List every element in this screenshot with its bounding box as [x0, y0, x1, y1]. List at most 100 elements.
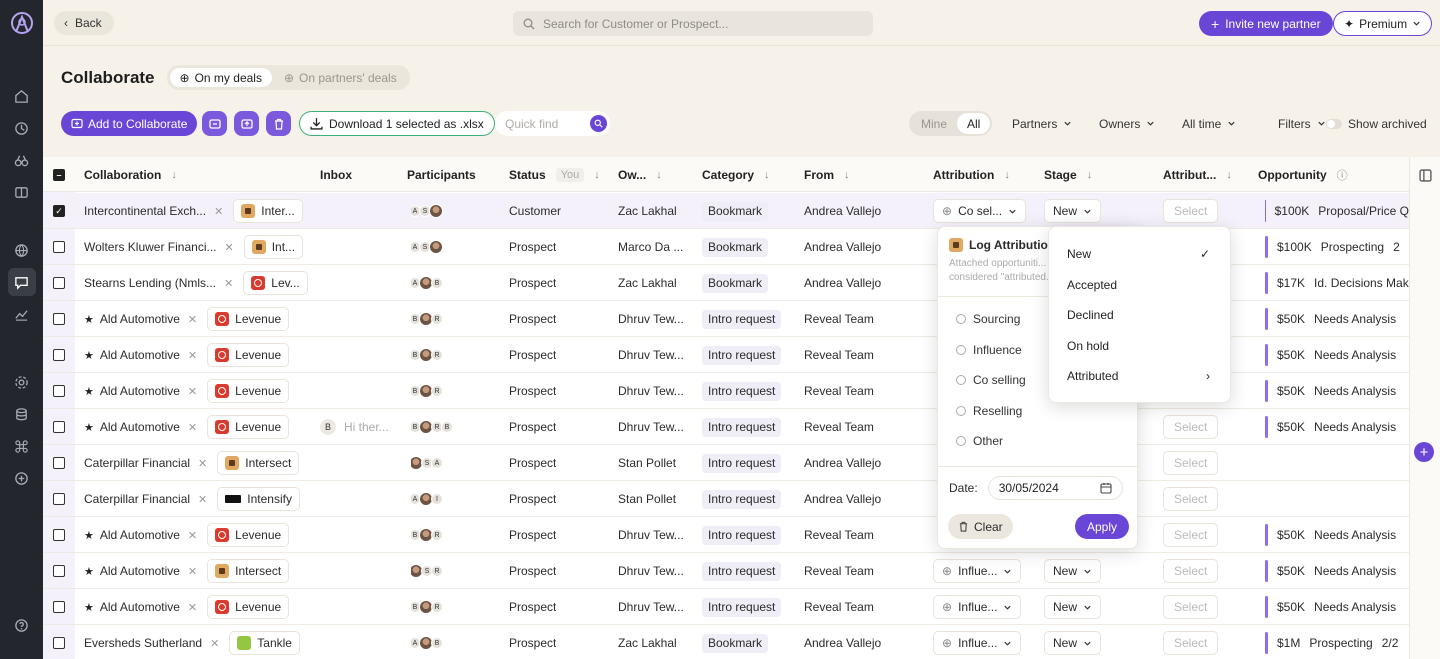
- book-icon[interactable]: [8, 178, 36, 206]
- partner-chip[interactable]: Tankle: [229, 631, 300, 655]
- stage-dropdown[interactable]: New: [1044, 631, 1102, 655]
- remove-icon[interactable]: ✕: [210, 637, 219, 650]
- show-archived-toggle[interactable]: Show archived: [1326, 111, 1427, 136]
- partner-chip[interactable]: Intensify: [217, 487, 300, 511]
- partner-chip[interactable]: Levenue: [207, 523, 290, 547]
- stage-option-on-hold[interactable]: On hold: [1049, 331, 1230, 362]
- collaboration-cell[interactable]: ★ Ald Automotive ✕ Levenue: [84, 589, 316, 625]
- all-option[interactable]: All: [957, 113, 991, 134]
- binoculars-icon[interactable]: [8, 146, 36, 174]
- remove-icon[interactable]: ✕: [188, 313, 197, 326]
- col-attributed[interactable]: Attribut... ↓: [1163, 157, 1232, 192]
- attributed-select[interactable]: Select: [1163, 595, 1219, 619]
- row-checkbox[interactable]: [53, 637, 65, 649]
- remove-icon[interactable]: ✕: [224, 277, 233, 290]
- stage-option-declined[interactable]: Declined: [1049, 300, 1230, 331]
- row-checkbox[interactable]: [53, 421, 65, 433]
- filters-dropdown[interactable]: Filters: [1278, 111, 1326, 136]
- stage-option-new[interactable]: New ✓: [1049, 239, 1230, 270]
- row-checkbox[interactable]: [53, 457, 65, 469]
- table-row[interactable]: Caterpillar Financial ✕ Intersect S A Prospec…: [43, 445, 1409, 481]
- collaboration-cell[interactable]: ★ Ald Automotive ✕ Levenue: [84, 301, 316, 337]
- attributed-select[interactable]: Select: [1163, 415, 1219, 439]
- col-owner[interactable]: Ow... ↓: [618, 157, 662, 192]
- clock-icon[interactable]: [8, 114, 36, 142]
- col-status[interactable]: Status You ↓: [509, 157, 600, 192]
- star-icon[interactable]: ★: [84, 529, 94, 542]
- search-input[interactable]: [543, 16, 843, 31]
- attribution-dropdown[interactable]: ⊕ Influe...: [933, 595, 1022, 619]
- partners-filter[interactable]: Partners: [1012, 111, 1072, 136]
- opportunity-cell[interactable]: $50K Needs Analysis: [1265, 337, 1409, 373]
- search-bar[interactable]: [513, 11, 873, 36]
- settings-icon[interactable]: [8, 368, 36, 396]
- remove-icon[interactable]: ✕: [188, 349, 197, 362]
- row-checkbox[interactable]: [53, 529, 65, 541]
- owners-filter[interactable]: Owners: [1099, 111, 1155, 136]
- opportunity-cell[interactable]: $50K Needs Analysis: [1265, 409, 1409, 445]
- remove-icon[interactable]: ✕: [214, 205, 223, 218]
- remove-icon[interactable]: ✕: [188, 529, 197, 542]
- collaboration-cell[interactable]: Eversheds Sutherland ✕ Tankle: [84, 625, 316, 659]
- table-row[interactable]: ★ Ald Automotive ✕ Levenue B R Prospect Dhruv T…: [43, 589, 1409, 625]
- collaboration-cell[interactable]: ★ Ald Automotive ✕ Levenue: [84, 373, 316, 409]
- analytics-icon[interactable]: [8, 300, 36, 328]
- attributed-select[interactable]: Select: [1163, 451, 1219, 475]
- collaboration-cell[interactable]: ★ Ald Automotive ✕ Levenue: [84, 337, 316, 373]
- col-attribution[interactable]: Attribution ↓: [933, 157, 1010, 192]
- table-row[interactable]: Eversheds Sutherland ✕ Tankle A B Prospect Zac…: [43, 625, 1409, 659]
- col-category[interactable]: Category ↓: [702, 157, 770, 192]
- collaboration-cell[interactable]: ★ Ald Automotive ✕ Levenue: [84, 409, 316, 445]
- opportunity-cell[interactable]: $50K Needs Analysis: [1265, 373, 1409, 409]
- select-all-checkbox[interactable]: –: [53, 157, 65, 192]
- table-row[interactable]: Caterpillar Financial ✕ Intensify A I Prospec…: [43, 481, 1409, 517]
- date-field[interactable]: 30/05/2024: [987, 475, 1123, 500]
- attributed-select[interactable]: Select: [1163, 559, 1219, 583]
- attribution-dropdown[interactable]: ⊕ Co sel...: [933, 199, 1027, 223]
- col-inbox[interactable]: Inbox: [320, 157, 352, 192]
- row-checkbox[interactable]: [53, 385, 65, 397]
- collaboration-cell[interactable]: Wolters Kluwer Financi... ✕ Int...: [84, 229, 316, 265]
- inbox-cell[interactable]: B Hi ther...: [320, 409, 400, 445]
- add-circle-icon[interactable]: [8, 464, 36, 492]
- attributed-select[interactable]: Select: [1163, 487, 1219, 511]
- calendar-icon[interactable]: [1100, 482, 1112, 494]
- attributed-select[interactable]: Select: [1163, 199, 1219, 223]
- tab-on-my-deals[interactable]: ⊕ On my deals: [169, 68, 272, 87]
- premium-button[interactable]: ✦ Premium: [1333, 11, 1433, 36]
- row-checkbox[interactable]: [53, 565, 65, 577]
- attribution-dropdown[interactable]: ⊕ Influe...: [933, 631, 1022, 655]
- col-collaboration[interactable]: Collaboration ↓: [84, 157, 177, 192]
- add-to-collaborate-button[interactable]: Add to Collaborate: [61, 111, 198, 136]
- stage-dropdown[interactable]: New: [1044, 595, 1102, 619]
- toggle-switch[interactable]: [1326, 118, 1342, 129]
- option-other[interactable]: Other: [938, 426, 1139, 457]
- remove-icon[interactable]: ✕: [188, 601, 197, 614]
- opportunity-cell[interactable]: $100K Prospecting 2: [1265, 229, 1409, 265]
- partner-chip[interactable]: Inter...: [233, 199, 303, 223]
- row-checkbox[interactable]: [53, 493, 65, 505]
- partner-chip[interactable]: Intersect: [207, 559, 290, 583]
- download-xlsx-button[interactable]: Download 1 selected as .xlsx: [299, 111, 495, 136]
- time-filter[interactable]: All time: [1182, 111, 1236, 136]
- collaboration-cell[interactable]: Stearns Lending (Nmls... ✕ Lev...: [84, 265, 316, 301]
- row-checkbox[interactable]: [53, 601, 65, 613]
- row-checkbox[interactable]: [53, 241, 65, 253]
- stage-dropdown[interactable]: New: [1044, 199, 1102, 223]
- opportunity-cell[interactable]: $100K Proposal/Price Q: [1265, 193, 1409, 229]
- remove-icon[interactable]: ✕: [225, 241, 234, 254]
- collaboration-cell[interactable]: Caterpillar Financial ✕ Intersect: [84, 445, 316, 481]
- remove-icon[interactable]: ✕: [188, 565, 197, 578]
- row-checkbox[interactable]: ✓: [53, 205, 65, 217]
- unarchive-button[interactable]: [234, 111, 259, 136]
- remove-icon[interactable]: ✕: [188, 385, 197, 398]
- archive-button[interactable]: [202, 111, 227, 136]
- attributed-select[interactable]: Select: [1163, 523, 1219, 547]
- remove-icon[interactable]: ✕: [188, 421, 197, 434]
- col-opportunity[interactable]: Opportunity ⓘ: [1258, 157, 1348, 192]
- command-icon[interactable]: [8, 432, 36, 460]
- chat-icon[interactable]: [7, 268, 36, 296]
- globe-icon[interactable]: [8, 236, 36, 264]
- tab-on-partners-deals[interactable]: ⊕ On partners' deals: [274, 68, 407, 87]
- collaboration-cell[interactable]: ★ Ald Automotive ✕ Levenue: [84, 517, 316, 553]
